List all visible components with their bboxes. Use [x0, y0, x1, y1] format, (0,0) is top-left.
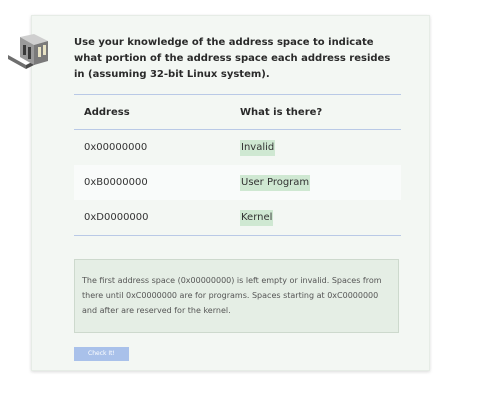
header-address: Address [84, 106, 130, 118]
address-cell: 0x00000000 [84, 142, 148, 153]
address-cell: 0xB0000000 [84, 177, 148, 188]
address-table: Address What is there? 0x00000000 Invali… [74, 94, 401, 236]
answer-chip[interactable]: Invalid [240, 139, 276, 156]
address-cell: 0xD0000000 [84, 212, 149, 223]
cube-logo-icon [8, 34, 48, 69]
header-what-is-there: What is there? [240, 106, 323, 118]
question-prompt: Use your knowledge of the address space … [74, 37, 391, 80]
feedback-box: The first address space (0x00000000) is … [74, 259, 399, 333]
check-it-button[interactable]: Check It! [74, 347, 129, 361]
table-header: Address What is there? [74, 95, 401, 130]
table-row: 0xD0000000 Kernel [74, 200, 401, 236]
answer-chip[interactable]: User Program [240, 174, 311, 191]
table-row: 0xB0000000 User Program [74, 165, 401, 200]
answer-chip[interactable]: Kernel [240, 209, 274, 226]
table-row: 0x00000000 Invalid [74, 130, 401, 165]
